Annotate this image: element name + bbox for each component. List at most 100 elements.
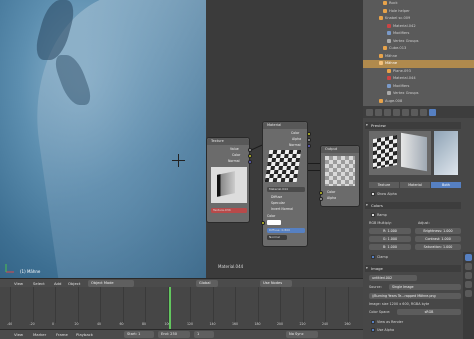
outliner-item[interactable]: Modifiers — [363, 30, 474, 38]
preview-tab-material[interactable]: Material — [400, 182, 430, 188]
ramp-checkbox[interactable] — [371, 213, 375, 217]
menu-view[interactable]: View — [14, 280, 23, 287]
socket[interactable] — [319, 191, 323, 195]
socket[interactable] — [307, 138, 311, 142]
plus-icon[interactable] — [465, 281, 472, 288]
use-alpha-checkbox[interactable] — [371, 328, 375, 332]
clamp-checkbox[interactable] — [371, 255, 375, 259]
outliner-item[interactable]: Auge.008 — [363, 98, 474, 106]
menu-marker[interactable]: Marker — [33, 331, 46, 338]
object-icon — [383, 1, 387, 5]
end-frame-field[interactable]: End: 250 — [158, 331, 190, 338]
menu-add[interactable]: Add — [54, 280, 61, 287]
brightness-field[interactable]: Brightness: 1.000 — [415, 228, 461, 234]
colors-panel-header[interactable]: Colors — [365, 202, 461, 209]
b-multiply-field[interactable]: B: 1.000 — [369, 244, 411, 250]
menu-view[interactable]: View — [14, 331, 23, 338]
outliner-item[interactable]: Hole helper — [363, 8, 474, 16]
socket[interactable] — [248, 154, 252, 158]
outliner-item[interactable]: Modifiers — [363, 83, 474, 91]
socket[interactable] — [248, 148, 252, 152]
timeline-header[interactable]: View Marker Frame Playback Start: 1 End:… — [0, 329, 363, 339]
modifier-tab-icon[interactable] — [402, 109, 409, 116]
saturation-field[interactable]: Saturation: 1.000 — [415, 244, 461, 250]
texture-tab-icon[interactable] — [429, 109, 436, 116]
outliner-item-label: Hole helper — [389, 8, 410, 13]
outliner-item[interactable]: Material.044 — [363, 75, 474, 83]
socket[interactable] — [319, 197, 323, 201]
texture-node[interactable]: Texture Value Color Normal Texture.034 — [206, 137, 252, 223]
outliner-item[interactable]: Cube.013 — [363, 45, 474, 53]
show-alpha-checkbox[interactable] — [371, 192, 375, 196]
pivot-select[interactable]: Global — [196, 280, 218, 287]
color-swatch[interactable] — [267, 220, 281, 225]
object-tab-icon[interactable] — [393, 109, 400, 116]
output-node[interactable]: Output Color Alpha — [319, 145, 360, 207]
menu-select[interactable]: Select — [33, 280, 45, 287]
r-multiply-field[interactable]: R: 1.000 — [369, 228, 411, 234]
minus-icon[interactable] — [465, 290, 472, 297]
image-datablock-field[interactable]: untitled.002 — [369, 275, 417, 281]
outliner-item[interactable]: Knabel sc.009 — [363, 15, 474, 23]
diffuse-toggle[interactable]: Diffuse — [271, 195, 282, 199]
properties-tabs[interactable] — [363, 106, 474, 118]
menu-playback[interactable]: Playback — [76, 331, 93, 338]
invert-normal-toggle[interactable]: Invert Normal — [271, 207, 293, 211]
brush-texture-icon[interactable] — [465, 272, 472, 279]
node-editor[interactable]: Texture Value Color Normal Texture.034 M… — [206, 0, 363, 278]
image-panel-header[interactable]: Image — [365, 265, 461, 272]
g-multiply-field[interactable]: G: 1.000 — [369, 236, 411, 242]
editor-header[interactable]: View Select Add Object Object Mode Globa… — [0, 278, 363, 287]
preview-panel-header[interactable]: Preview — [365, 122, 461, 129]
menu-frame[interactable]: Frame — [56, 331, 68, 338]
current-frame-indicator[interactable] — [169, 287, 171, 329]
sync-select[interactable]: No Sync — [286, 331, 318, 338]
3d-cursor-icon[interactable] — [172, 154, 185, 167]
blend-select[interactable]: Normal — [267, 235, 287, 240]
r-label: R: — [383, 229, 387, 233]
node-title: Material — [263, 122, 307, 129]
socket-label: Normal — [228, 159, 240, 163]
outliner-item-active[interactable]: Mähne — [363, 60, 474, 68]
preview-tab-texture[interactable]: Texture — [369, 182, 399, 188]
socket[interactable] — [248, 160, 252, 164]
texture-context-bar[interactable] — [463, 252, 474, 339]
outliner-item[interactable]: Rock — [363, 0, 474, 8]
timeline[interactable]: -40 -20 0 20 40 60 80 100 120 140 160 180 200 220 240 2… — [0, 287, 363, 329]
properties-editor[interactable]: Preview Texture Material Both Show Alpha… — [363, 106, 474, 339]
timeline-gridline — [10, 287, 11, 323]
material-tab-icon[interactable] — [420, 109, 427, 116]
3d-viewport[interactable] — [0, 0, 206, 278]
outliner[interactable]: Rock Hole helper Knabel sc.009 Material.… — [363, 0, 474, 106]
material-texture-icon[interactable] — [465, 263, 472, 270]
socket[interactable] — [307, 144, 311, 148]
image-filepath-field[interactable]: //Burning Years Te...rapped Mähne.png — [369, 293, 461, 299]
render-tab-icon[interactable] — [366, 109, 373, 116]
data-tab-icon[interactable] — [411, 109, 418, 116]
diffuse-intensity-field[interactable]: Diffuse: 0.800 — [267, 228, 305, 233]
color-space-select[interactable]: sRGB — [397, 309, 461, 315]
outliner-item[interactable]: Mähne — [363, 53, 474, 61]
source-select[interactable]: Single Image — [389, 284, 461, 290]
specular-toggle[interactable]: Specular — [271, 201, 285, 205]
outliner-item[interactable]: Material.042 — [363, 23, 474, 31]
current-frame-field[interactable]: 1 — [194, 331, 214, 338]
preview-tab-both[interactable]: Both — [431, 182, 461, 188]
use-nodes-toggle[interactable]: Use Nodes — [260, 280, 292, 287]
contrast-field[interactable]: Contrast: 1.000 — [415, 236, 461, 242]
outliner-item[interactable]: Vertex Groups — [363, 38, 474, 46]
menu-object[interactable]: Object — [68, 280, 80, 287]
start-frame-field[interactable]: Start: 1 — [124, 331, 154, 338]
socket[interactable] — [307, 132, 311, 136]
material-node[interactable]: Material Color Alpha Normal Material.044… — [261, 121, 311, 247]
texture-select[interactable]: Texture.034 — [211, 208, 247, 213]
mode-select[interactable]: Object Mode — [88, 280, 134, 287]
outliner-item[interactable]: Vertex Groups — [363, 90, 474, 98]
world-tab-icon[interactable] — [384, 109, 391, 116]
world-texture-icon[interactable] — [465, 254, 472, 261]
scene-tab-icon[interactable] — [375, 109, 382, 116]
socket[interactable] — [261, 221, 265, 225]
material-select[interactable]: Material.044 — [267, 187, 305, 192]
view-as-render-checkbox[interactable] — [371, 320, 375, 324]
outliner-item[interactable]: Plane.093 — [363, 68, 474, 76]
